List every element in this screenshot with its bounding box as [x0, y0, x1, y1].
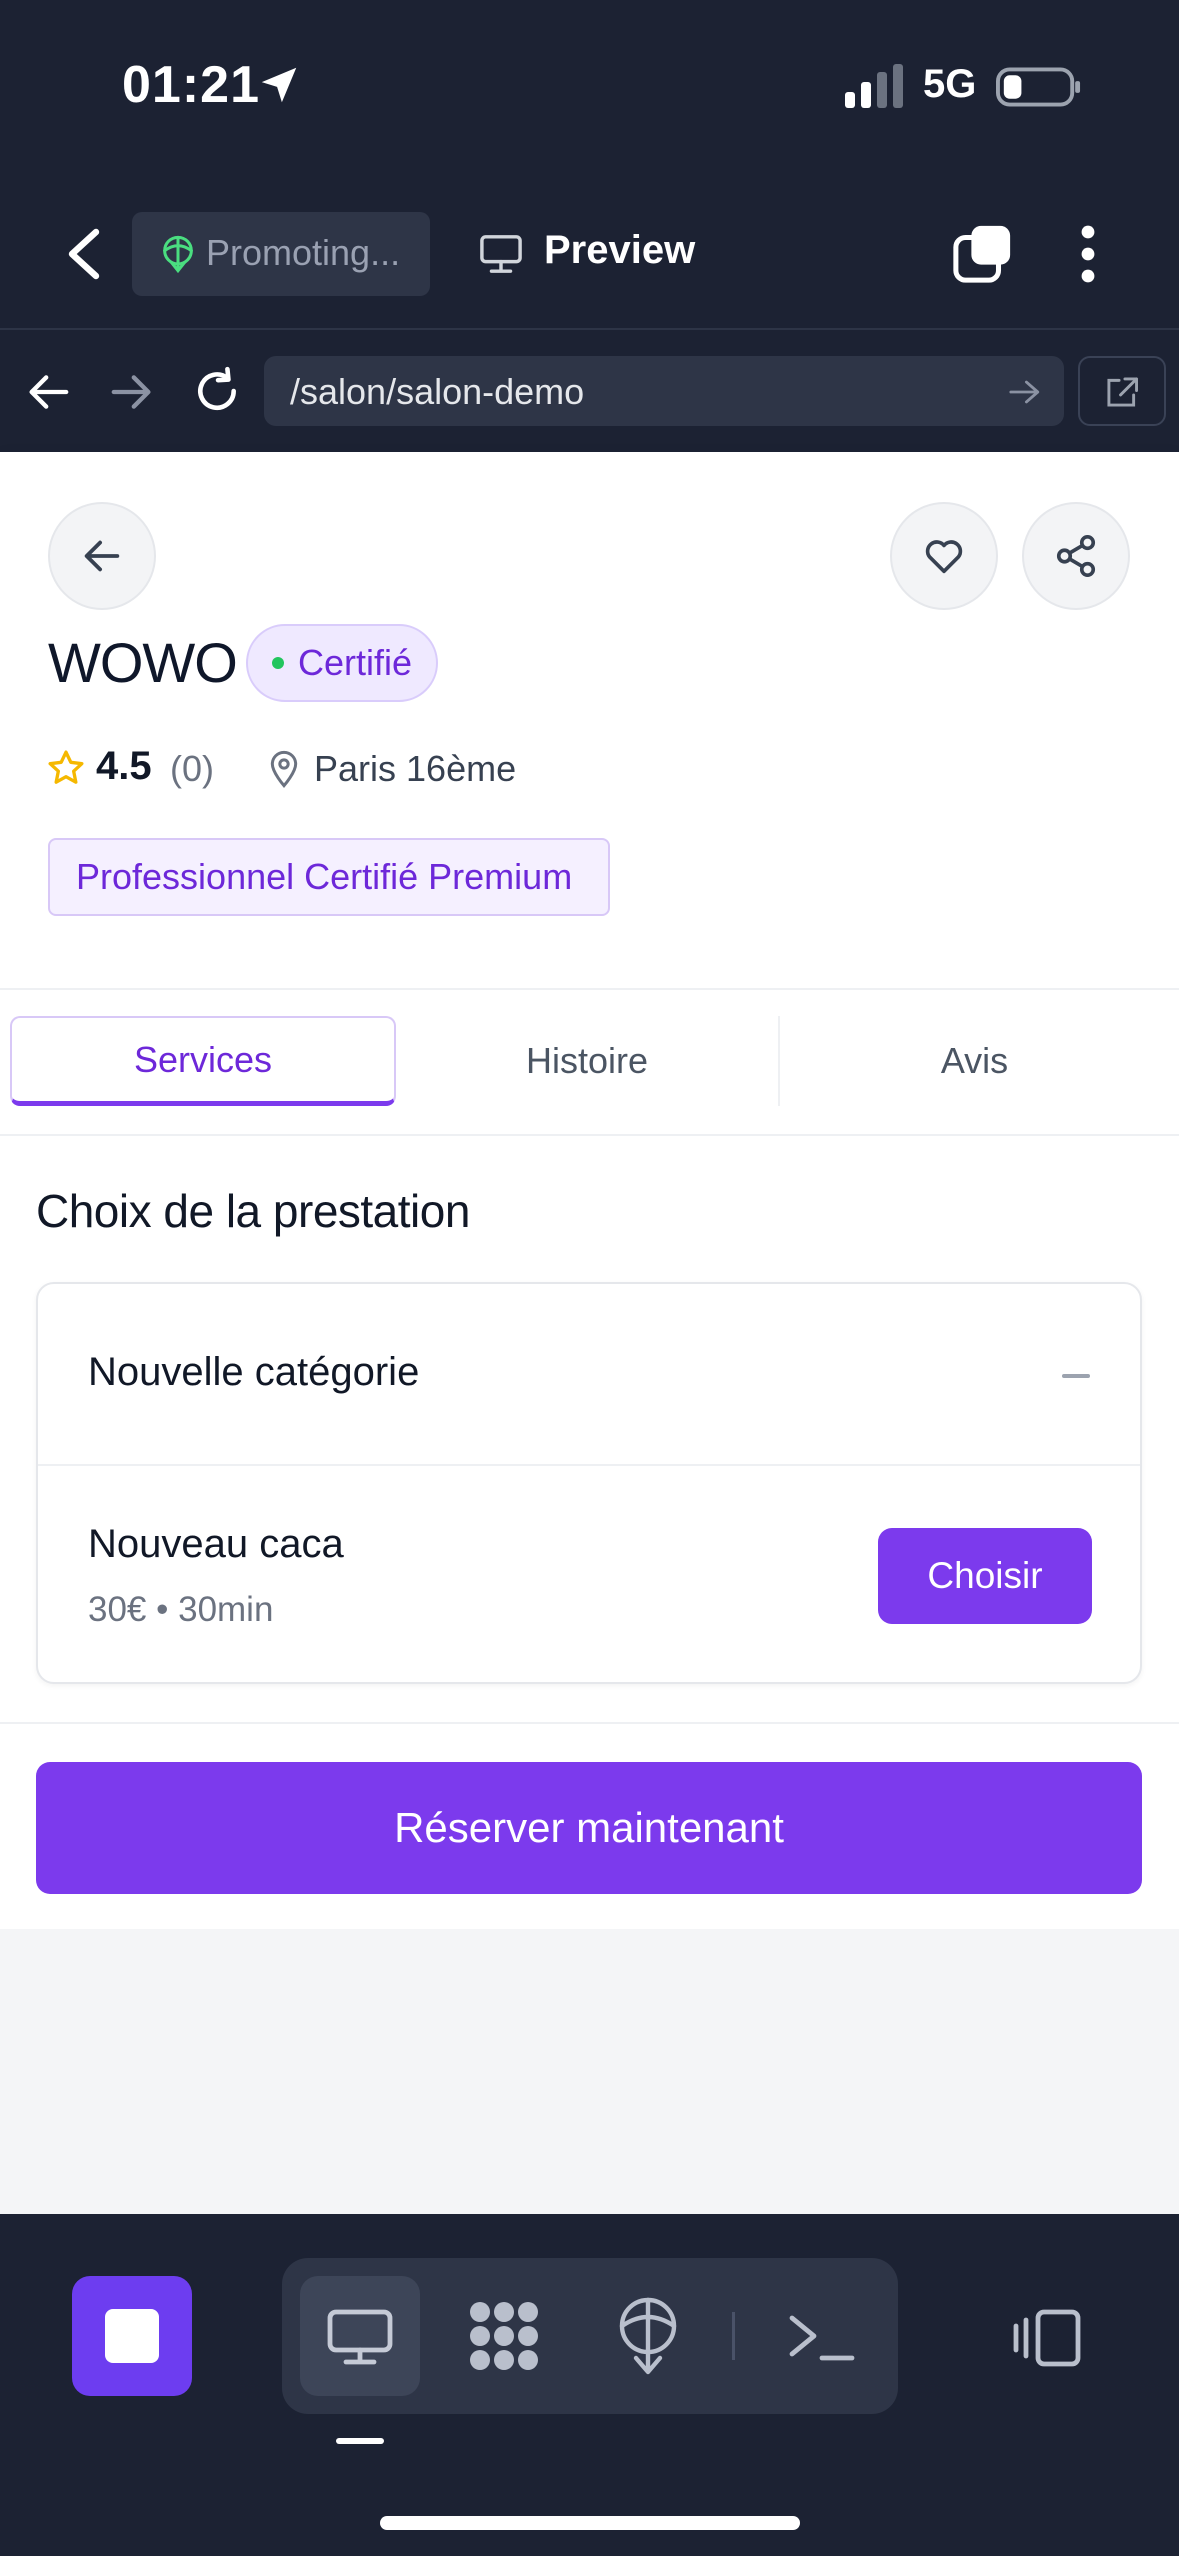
choose-service-button[interactable]: Choisir [878, 1528, 1092, 1624]
promoting-label: Promoting... [206, 232, 401, 273]
certified-label: Certifié [298, 642, 413, 683]
certified-badge: Certifié [246, 624, 439, 702]
preview-button[interactable]: Preview [544, 228, 695, 273]
divider [0, 1134, 1179, 1136]
active-tab-indicator [336, 2438, 384, 2444]
book-now-button[interactable]: Réserver maintenant [36, 1762, 1142, 1894]
more-vertical-icon[interactable] [1078, 224, 1098, 284]
tabs-icon[interactable] [952, 222, 1014, 284]
network-type: 5G [923, 62, 977, 106]
status-time: 01:21 [122, 56, 260, 114]
divider [38, 1464, 1140, 1466]
map-pin-icon [270, 750, 298, 788]
go-arrow-icon[interactable] [1008, 377, 1042, 407]
location-arrow-icon [261, 67, 297, 103]
stop-button[interactable] [72, 2276, 192, 2396]
panel-icon[interactable] [1010, 2308, 1082, 2368]
salon-location: Paris 16ème [314, 748, 517, 789]
reviews-count: (0) [170, 748, 214, 789]
battery-icon [996, 67, 1081, 107]
heart-icon [925, 540, 963, 574]
rating-value: 4.5 [96, 744, 152, 788]
arrow-right-icon[interactable] [110, 372, 154, 412]
star-icon [48, 750, 84, 784]
service-price-duration: 30€ • 30min [88, 1590, 274, 1629]
tab-avis[interactable]: Avis [780, 1016, 1169, 1106]
external-link-icon [1107, 377, 1138, 407]
monitor-icon[interactable] [478, 233, 524, 275]
service-name: Nouveau caca [88, 1522, 344, 1566]
chevron-left-icon[interactable] [62, 228, 106, 280]
share-button[interactable] [1022, 502, 1130, 610]
page-back-button[interactable] [48, 502, 156, 610]
section-title: Choix de la prestation [36, 1185, 470, 1237]
share-icon [1056, 535, 1096, 577]
stop-icon [105, 2309, 159, 2363]
home-indicator[interactable] [380, 2516, 800, 2530]
collapse-icon[interactable] [1062, 1374, 1090, 1378]
favorite-button[interactable] [890, 502, 998, 610]
back-arrow-icon [84, 540, 120, 572]
status-dot [272, 657, 284, 669]
terminal-icon[interactable] [786, 2310, 858, 2364]
signal-icon [845, 64, 903, 108]
divider [0, 988, 1179, 990]
globe-icon[interactable] [614, 2296, 682, 2376]
salon-name: WOWO [48, 631, 238, 694]
url-text[interactable]: /salon/salon-demo [290, 371, 584, 413]
reload-icon[interactable] [192, 366, 242, 416]
tab-histoire[interactable]: Histoire [396, 1016, 780, 1106]
divider [0, 1722, 1179, 1724]
premium-tag-label: Professionnel Certifié Premium [76, 856, 573, 897]
arrow-left-icon[interactable] [26, 372, 70, 412]
page-background [0, 1929, 1179, 2214]
dock-separator [732, 2312, 735, 2360]
cluster-icon[interactable] [466, 2298, 542, 2374]
desktop-icon[interactable] [326, 2308, 394, 2366]
tab-services[interactable]: Services [10, 1016, 396, 1106]
category-header[interactable]: Nouvelle catégorie [88, 1350, 419, 1395]
promote-icon [163, 235, 193, 274]
